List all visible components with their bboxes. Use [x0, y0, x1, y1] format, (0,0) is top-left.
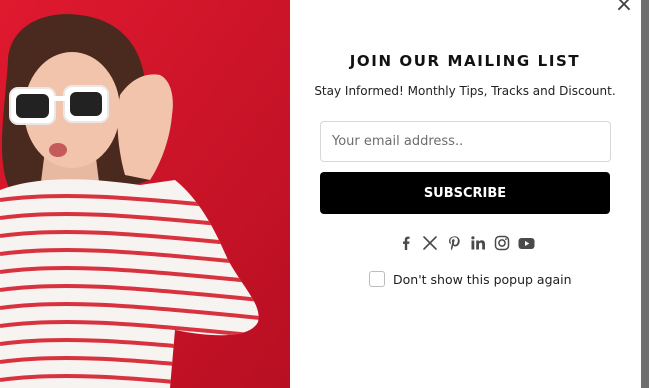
dont-show-checkbox[interactable]	[369, 271, 385, 287]
close-icon: ×	[614, 0, 634, 17]
linkedin-icon[interactable]	[470, 235, 486, 251]
dont-show-label: Don't show this popup again	[393, 271, 572, 287]
close-button[interactable]: ×	[610, 0, 638, 19]
subscribe-button[interactable]: SUBSCRIBE	[320, 172, 610, 214]
instagram-icon[interactable]	[494, 235, 510, 251]
facebook-icon[interactable]	[398, 235, 414, 251]
mailing-list-popup: × JOIN OUR MAILING LIST Stay Informed! M…	[0, 0, 641, 388]
dont-show-option[interactable]: Don't show this popup again	[369, 271, 572, 287]
promo-image	[0, 0, 290, 388]
popup-title: JOIN OUR MAILING LIST	[349, 52, 581, 70]
social-links	[398, 234, 535, 251]
email-input[interactable]	[320, 121, 611, 162]
page-backdrop	[641, 0, 649, 388]
popup-subtitle: Stay Informed! Monthly Tips, Tracks and …	[314, 84, 616, 98]
x-icon[interactable]	[422, 235, 438, 251]
pinterest-icon[interactable]	[446, 235, 462, 251]
youtube-icon[interactable]	[518, 235, 535, 251]
